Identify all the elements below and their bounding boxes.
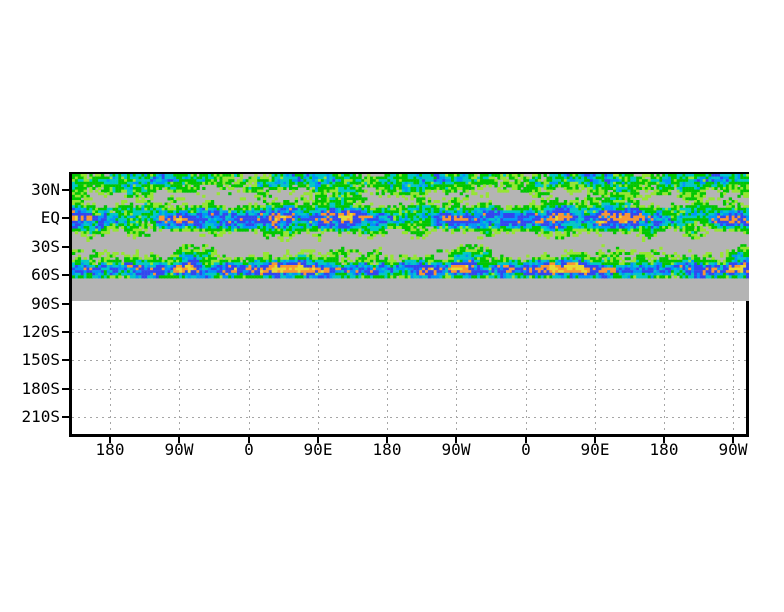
vertical-gridline	[387, 302, 388, 434]
y-tick-mark	[62, 246, 69, 248]
vertical-gridline	[249, 302, 250, 434]
y-tick-label: 60S	[31, 265, 60, 284]
vertical-gridline	[110, 302, 111, 434]
y-tick-label: 210S	[21, 407, 60, 426]
y-tick-label: 90S	[31, 294, 60, 313]
x-tick-label: 90E	[303, 440, 333, 459]
vertical-gridline	[733, 302, 734, 434]
y-tick-mark	[62, 359, 69, 361]
y-tick-mark	[62, 416, 69, 418]
y-tick-mark	[62, 331, 69, 333]
y-tick-mark	[62, 217, 69, 219]
x-tick-label: 180	[372, 440, 402, 459]
vertical-gridline	[456, 302, 457, 434]
right-frame-line	[746, 301, 749, 437]
x-tick-label: 90W	[164, 440, 194, 459]
y-tick-mark	[62, 388, 69, 390]
x-tick-label: 90W	[718, 440, 748, 459]
y-tick-label: 120S	[21, 322, 60, 341]
y-tick-label: 150S	[21, 350, 60, 369]
y-tick-mark	[62, 189, 69, 191]
vertical-gridline	[595, 302, 596, 434]
x-axis-line	[69, 434, 749, 437]
x-tick-label: 90W	[441, 440, 471, 459]
x-tick-label: 0	[244, 440, 254, 459]
y-tick-label: 30S	[31, 237, 60, 256]
y-tick-label: 180S	[21, 379, 60, 398]
vertical-gridline	[179, 302, 180, 434]
horizontal-gridline	[72, 389, 746, 390]
y-tick-label: EQ	[40, 208, 60, 227]
y-tick-mark	[62, 303, 69, 305]
vertical-gridline	[318, 302, 319, 434]
y-tick-mark	[62, 274, 69, 276]
vertical-gridline	[526, 302, 527, 434]
x-tick-label: 180	[649, 440, 679, 459]
vertical-gridline	[664, 302, 665, 434]
x-tick-label: 180	[95, 440, 125, 459]
horizontal-gridline	[72, 417, 746, 418]
horizontal-gridline	[72, 360, 746, 361]
x-tick-label: 0	[521, 440, 531, 459]
x-tick-label: 90E	[580, 440, 610, 459]
shaded-contour-plot: 30N EQ 30S 60S 90S 120S 150S 180S 210S 180 90W 0 90E…	[0, 0, 784, 612]
horizontal-gridline	[72, 332, 746, 333]
shaded-field-canvas	[72, 174, 749, 301]
y-tick-label: 30N	[31, 180, 60, 199]
